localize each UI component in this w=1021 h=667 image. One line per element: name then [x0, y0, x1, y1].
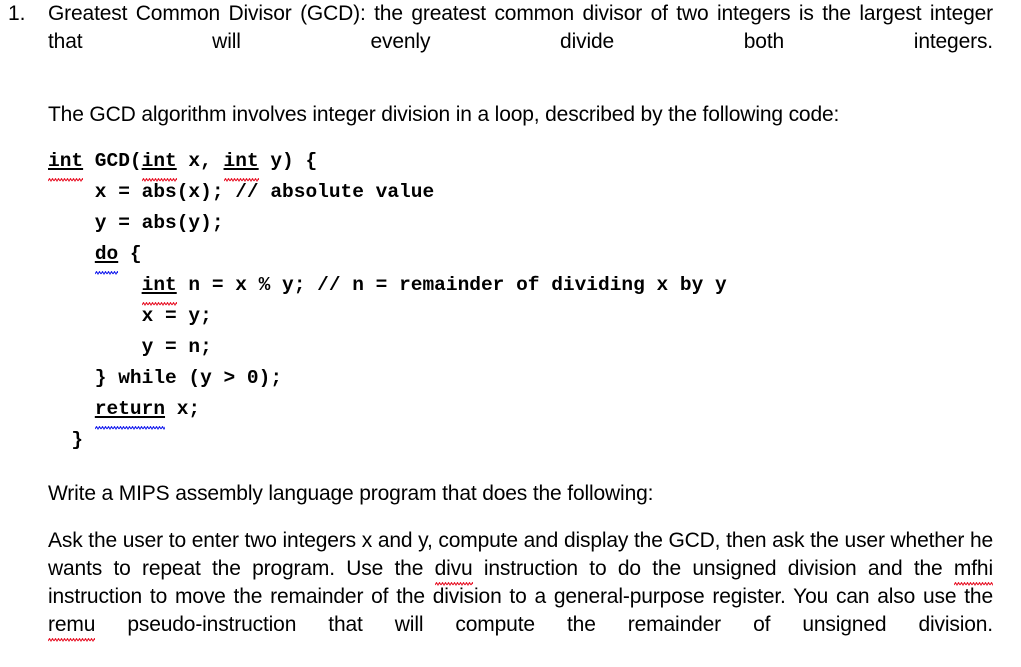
- code-block-gcd: int GCD(int x, int y) { x = abs(x); // a…: [48, 146, 993, 456]
- misspelled-word-divu: divu: [434, 555, 473, 586]
- code-block-top-spacer: [48, 129, 993, 146]
- code-line-do-open: do {: [48, 239, 993, 275]
- code-line-abs-y: y = abs(y);: [48, 212, 224, 234]
- paragraph-task-details: Ask the user to enter two integers x and…: [48, 527, 993, 667]
- code-block-bottom-spacer: [48, 456, 993, 480]
- list-item-number: 1.: [8, 2, 26, 25]
- misspelled-word-remu: remu: [48, 611, 96, 642]
- paragraph-write-mips: Write a MIPS assembly language program t…: [48, 482, 654, 505]
- document-page: 1. Greatest Common Divisor (GCD): the gr…: [0, 0, 1021, 657]
- code-token-return: return: [94, 394, 166, 430]
- code-line-assign-x: x = y;: [48, 305, 212, 327]
- code-line-close-brace: }: [48, 429, 84, 451]
- misspelled-word-mfhi: mfhi: [953, 555, 993, 586]
- code-token-int: int: [223, 146, 259, 182]
- code-token-int: int: [141, 270, 177, 306]
- list-item-content: Greatest Common Divisor (GCD): the great…: [48, 0, 993, 667]
- code-line-signature: int GCD(int x, int y) {: [48, 146, 993, 182]
- code-line-remainder: int n = x % y; // n = remainder of divid…: [48, 270, 993, 306]
- code-token-int: int: [48, 146, 84, 182]
- paragraph-gcd-definition: Greatest Common Divisor (GCD): the great…: [48, 2, 993, 53]
- code-line-abs-x: x = abs(x); // absolute value: [48, 181, 435, 203]
- code-line-while: } while (y > 0);: [48, 367, 283, 389]
- paragraph-algorithm-intro: The GCD algorithm involves integer divis…: [48, 103, 840, 126]
- code-token-do: do: [94, 239, 119, 275]
- code-token-int: int: [141, 146, 177, 182]
- code-line-assign-y: y = n;: [48, 336, 212, 358]
- code-line-return: return x;: [48, 394, 993, 430]
